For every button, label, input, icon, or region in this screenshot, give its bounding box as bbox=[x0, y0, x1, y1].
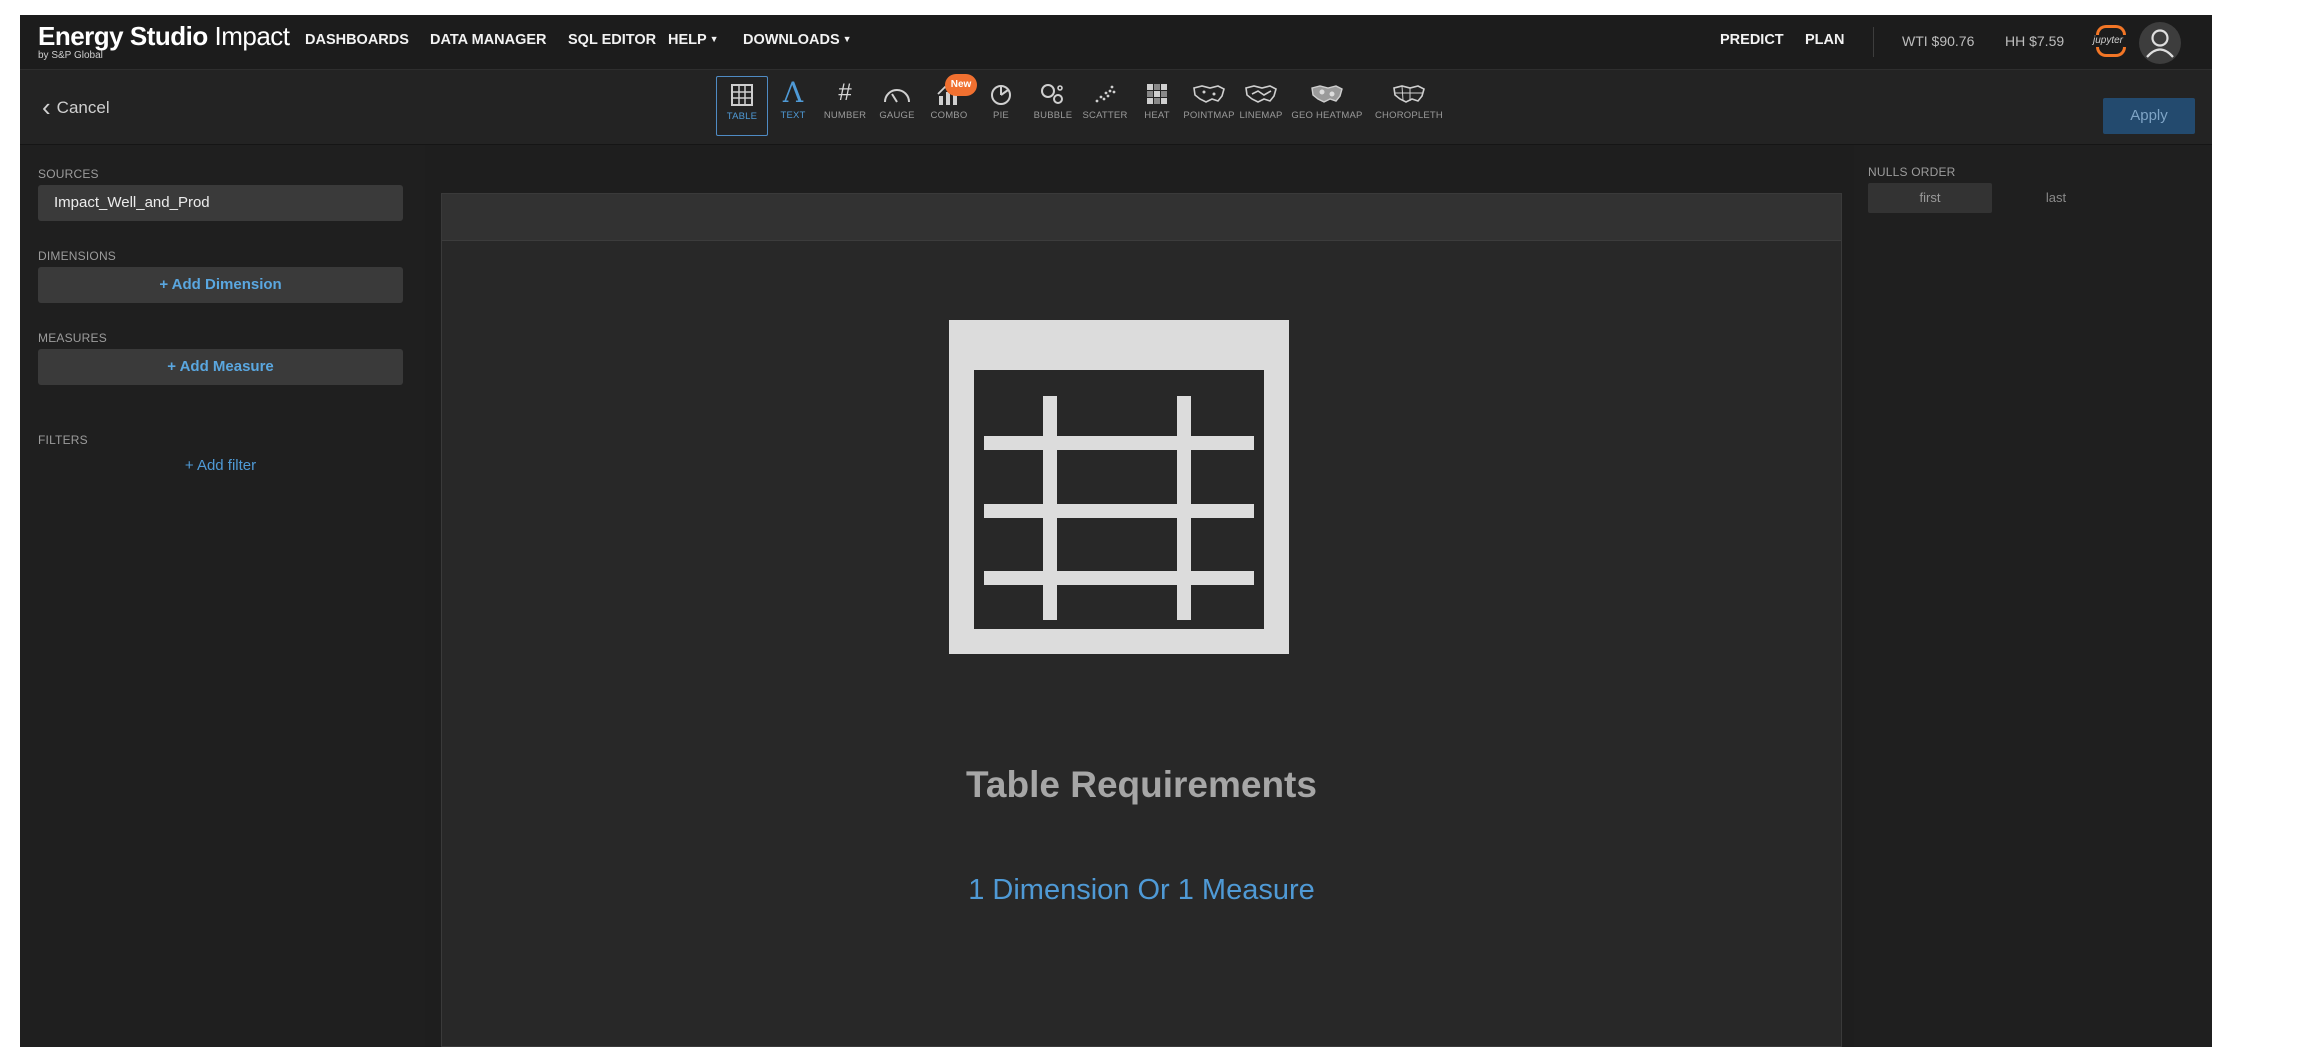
choropleth-icon bbox=[1372, 76, 1446, 110]
chart-type-choropleth[interactable]: CHOROPLETH bbox=[1372, 76, 1446, 134]
bubble-icon bbox=[1028, 76, 1078, 110]
measures-label: MEASURES bbox=[38, 331, 107, 345]
chart-toolbar: ‹ Cancel TABLE Λ TEXT # NUMBER GAUGE COM… bbox=[20, 70, 2212, 145]
chart-preview-header bbox=[442, 194, 1841, 241]
geo-heatmap-icon-svg bbox=[1311, 84, 1343, 103]
chart-type-label: CHOROPLETH bbox=[1375, 110, 1443, 121]
jupyter-icon[interactable]: jupyter bbox=[2090, 23, 2126, 59]
jupyter-label: jupyter bbox=[2092, 35, 2123, 46]
add-filter-button[interactable]: + Add filter bbox=[38, 457, 403, 474]
brand-logo[interactable]: Energy Studio Impact by S&P Global bbox=[38, 21, 290, 61]
left-config-panel: SOURCES Impact_Well_and_Prod DIMENSIONS … bbox=[20, 145, 425, 1047]
add-dimension-button[interactable]: + Add Dimension bbox=[38, 267, 403, 303]
requirements-subtitle: 1 Dimension Or 1 Measure bbox=[968, 874, 1315, 906]
app-window: Energy Studio Impact by S&P Global DASHB… bbox=[20, 15, 2212, 1047]
nav-predict[interactable]: PREDICT bbox=[1720, 32, 1784, 48]
cancel-button[interactable]: ‹ Cancel bbox=[42, 92, 110, 123]
sources-label: SOURCES bbox=[38, 167, 99, 181]
divider bbox=[1873, 27, 1874, 57]
jupyter-arc-bottom bbox=[2096, 47, 2126, 57]
caret-down-icon: ▼ bbox=[842, 34, 852, 44]
scatter-icon bbox=[1080, 76, 1130, 110]
table-icon-svg bbox=[731, 83, 753, 106]
nav-downloads[interactable]: DOWNLOADS ▼ bbox=[743, 32, 852, 48]
user-avatar-icon[interactable] bbox=[2138, 21, 2182, 65]
filters-label: FILTERS bbox=[38, 433, 88, 447]
chart-type-bubble[interactable]: BUBBLE bbox=[1028, 76, 1078, 134]
linemap-icon bbox=[1236, 76, 1286, 110]
top-navigation-bar: Energy Studio Impact by S&P Global DASHB… bbox=[20, 15, 2212, 70]
heat-icon-svg bbox=[1147, 83, 1167, 104]
source-select[interactable]: Impact_Well_and_Prod bbox=[38, 185, 403, 221]
wti-price: WTI $90.76 bbox=[1902, 33, 1975, 49]
chart-type-heat[interactable]: HEAT bbox=[1132, 76, 1182, 134]
table-placeholder-icon bbox=[949, 320, 1289, 659]
nav-help[interactable]: HELP ▼ bbox=[668, 32, 719, 48]
chart-type-linemap[interactable]: LINEMAP bbox=[1236, 76, 1286, 134]
new-badge: New bbox=[945, 74, 977, 96]
nulls-order-label: NULLS ORDER bbox=[1868, 165, 1956, 179]
jupyter-arc-top bbox=[2096, 25, 2126, 35]
pie-icon bbox=[976, 76, 1026, 110]
nav-plan[interactable]: PLAN bbox=[1805, 32, 1844, 48]
gauge-icon-svg bbox=[884, 88, 910, 103]
pointmap-icon-svg bbox=[1193, 84, 1225, 103]
caret-down-icon: ▼ bbox=[709, 34, 719, 44]
user-icon bbox=[2139, 22, 2181, 64]
geo-heatmap-icon bbox=[1288, 76, 1366, 110]
brand-name-light: Impact bbox=[207, 21, 290, 51]
nulls-last-toggle[interactable]: last bbox=[1994, 183, 2118, 213]
chart-preview-frame: Table Requirements 1 Dimension Or 1 Meas… bbox=[441, 193, 1842, 1047]
add-measure-button[interactable]: + Add Measure bbox=[38, 349, 403, 385]
nav-downloads-label: DOWNLOADS bbox=[743, 32, 840, 48]
chart-type-number[interactable]: # NUMBER bbox=[820, 76, 870, 134]
scatter-icon-svg bbox=[1095, 85, 1116, 103]
chart-type-table[interactable]: TABLE bbox=[716, 76, 768, 136]
chart-type-gauge[interactable]: GAUGE bbox=[872, 76, 922, 134]
chart-type-geo-heatmap[interactable]: GEO HEATMAP bbox=[1288, 76, 1366, 134]
chart-canvas: Table Requirements 1 Dimension Or 1 Meas… bbox=[425, 145, 1854, 1047]
brand-name-bold: Energy Studio bbox=[38, 21, 208, 51]
choropleth-icon-svg bbox=[1393, 84, 1425, 103]
gauge-icon bbox=[872, 76, 922, 110]
chart-type-pie[interactable]: PIE bbox=[976, 76, 1026, 134]
text-icon: Λ bbox=[782, 76, 804, 109]
pointmap-icon bbox=[1184, 76, 1234, 110]
nav-sql-editor[interactable]: SQL EDITOR bbox=[568, 32, 656, 48]
nav-dashboards[interactable]: DASHBOARDS bbox=[305, 32, 409, 48]
dimensions-label: DIMENSIONS bbox=[38, 249, 117, 263]
pie-icon-svg bbox=[991, 84, 1011, 105]
apply-button[interactable]: Apply bbox=[2103, 98, 2195, 134]
table-placeholder-svg bbox=[949, 320, 1289, 654]
nulls-first-toggle[interactable]: first bbox=[1868, 183, 1992, 213]
right-options-panel: NULLS ORDER first last bbox=[1854, 145, 2212, 1047]
nav-help-label: HELP bbox=[668, 32, 707, 48]
linemap-icon-svg bbox=[1245, 84, 1277, 103]
chart-type-text[interactable]: Λ TEXT bbox=[768, 76, 818, 134]
heat-icon bbox=[1132, 76, 1182, 110]
table-icon bbox=[717, 77, 767, 111]
brand-name: Energy Studio Impact bbox=[38, 21, 290, 52]
hh-price: HH $7.59 bbox=[2005, 33, 2065, 49]
nav-data-manager[interactable]: DATA MANAGER bbox=[430, 32, 547, 48]
hash-icon: # bbox=[838, 79, 852, 106]
chart-type-scatter[interactable]: SCATTER bbox=[1080, 76, 1130, 134]
chart-type-pointmap[interactable]: POINTMAP bbox=[1183, 76, 1234, 134]
bubble-icon-svg bbox=[1041, 83, 1063, 104]
chevron-left-icon: ‹ bbox=[42, 92, 51, 122]
requirements-title: Table Requirements bbox=[966, 764, 1317, 805]
cancel-label: Cancel bbox=[56, 98, 110, 117]
